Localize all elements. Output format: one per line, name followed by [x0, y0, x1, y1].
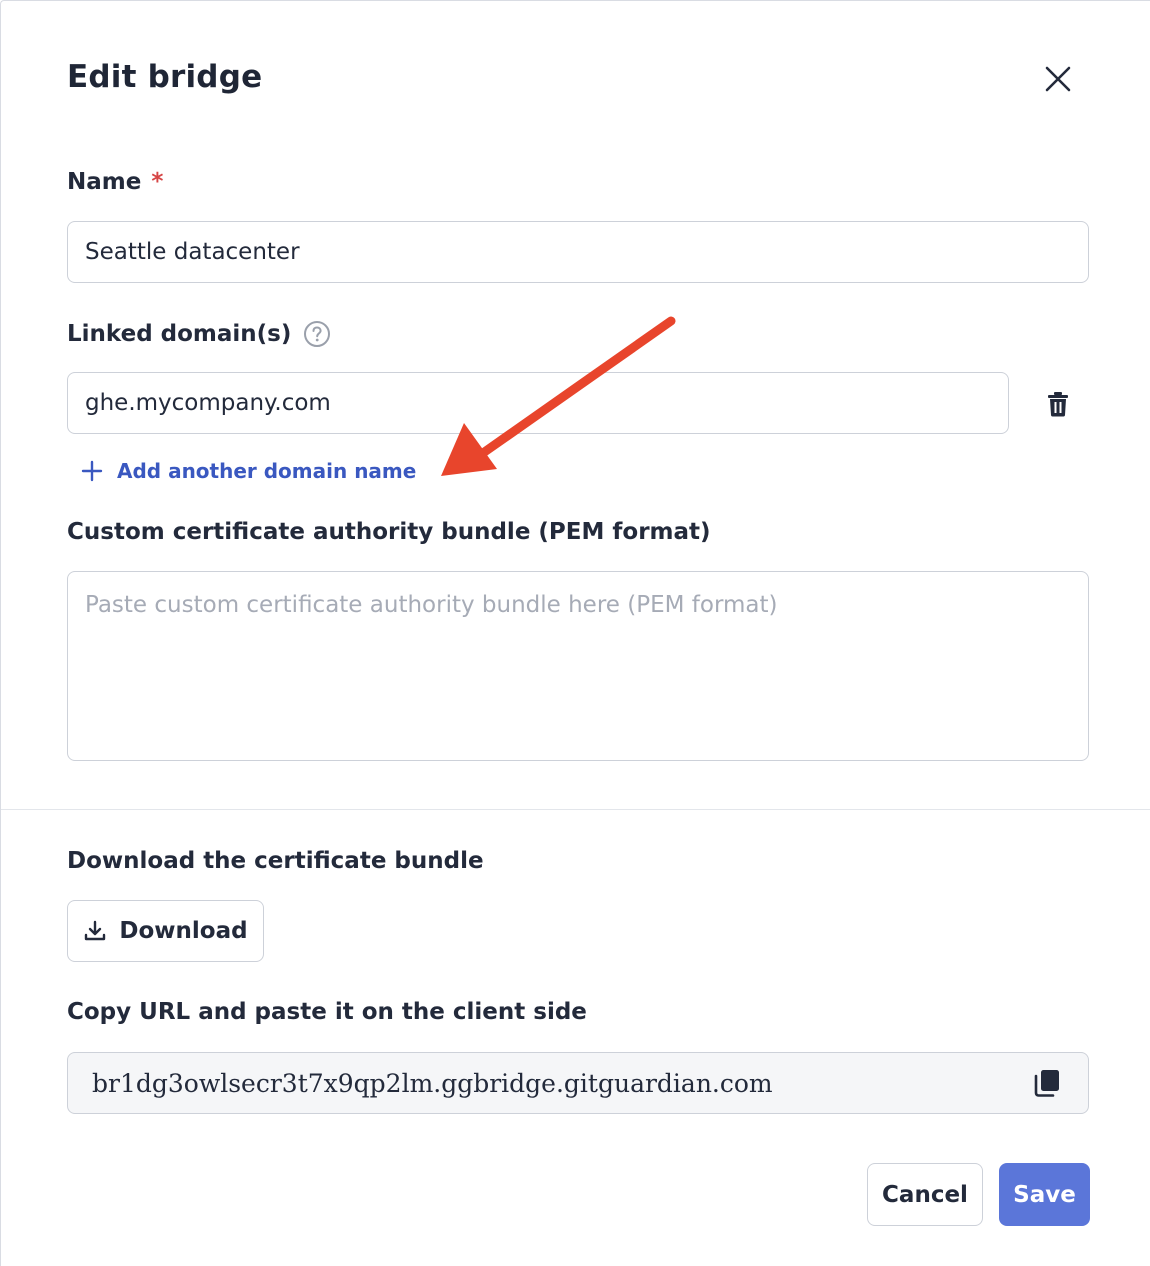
download-button[interactable]: Download	[67, 900, 264, 962]
download-icon	[83, 919, 107, 943]
trash-icon	[1048, 392, 1068, 417]
question-circle-icon[interactable]	[303, 320, 331, 348]
save-button[interactable]: Save	[999, 1163, 1090, 1226]
cancel-button[interactable]: Cancel	[867, 1163, 983, 1226]
download-bundle-label: Download the certificate bundle	[67, 848, 484, 874]
dialog-title: Edit bridge	[67, 59, 263, 95]
ca-bundle-label: Custom certificate authority bundle (PEM…	[67, 519, 711, 545]
required-marker: *	[151, 169, 164, 195]
edit-bridge-dialog: Edit bridge Name * Linked domain(s)	[0, 0, 1150, 1266]
domain-input[interactable]	[67, 372, 1009, 434]
close-icon	[1045, 66, 1071, 92]
copy-icon	[1034, 1070, 1059, 1097]
copy-url-button[interactable]	[1030, 1066, 1064, 1100]
linked-domains-label: Linked domain(s)	[67, 320, 331, 348]
copy-url-label: Copy URL and paste it on the client side	[67, 999, 587, 1025]
section-divider	[1, 809, 1150, 810]
bridge-url-text: br1dg3owlsecr3t7x9qp2lm.ggbridge.gitguar…	[92, 1068, 773, 1098]
delete-domain-button[interactable]	[1039, 385, 1077, 423]
name-input[interactable]	[67, 221, 1089, 283]
ca-bundle-textarea[interactable]	[67, 571, 1089, 761]
close-button[interactable]	[1038, 59, 1078, 99]
bridge-url-field: br1dg3owlsecr3t7x9qp2lm.ggbridge.gitguar…	[67, 1052, 1089, 1114]
name-label: Name *	[67, 169, 164, 195]
plus-icon	[81, 460, 103, 482]
add-domain-link[interactable]: Add another domain name	[81, 459, 416, 483]
